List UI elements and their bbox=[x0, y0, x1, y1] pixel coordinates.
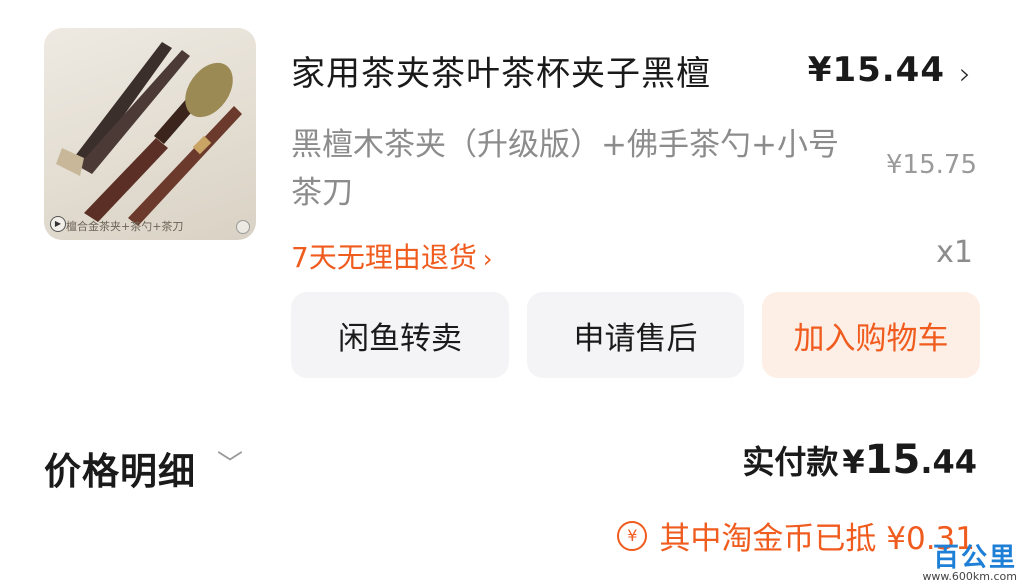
product-price: ¥15.44 bbox=[807, 50, 945, 90]
actual-payment: 实付款 ¥ 15 .44 bbox=[742, 437, 977, 483]
aftersale-button[interactable]: 申请售后 bbox=[527, 292, 744, 378]
product-title[interactable]: 家用茶夹茶叶茶杯夹子黑檀 bbox=[291, 46, 711, 95]
chevron-right-icon[interactable]: › bbox=[959, 57, 971, 92]
return-policy-label: 7天无理由退货 bbox=[291, 241, 477, 274]
product-variant: 黑檀木茶夹（升级版）+佛手茶勺+小号茶刀 bbox=[291, 127, 839, 211]
actual-pay-currency: ¥ bbox=[842, 443, 865, 481]
actual-pay-decimal: .44 bbox=[920, 443, 977, 481]
return-policy-link[interactable]: 7天无理由退货 › bbox=[291, 236, 492, 276]
add-to-cart-button[interactable]: 加入购物车 bbox=[762, 292, 980, 378]
yen-coin-icon: ¥ bbox=[617, 520, 648, 551]
watermark-brand: 百公里 bbox=[932, 543, 1017, 573]
chevron-right-small-icon: › bbox=[482, 245, 493, 273]
watermark: 百公里 www.600km.com bbox=[922, 537, 1017, 583]
quantity: x1 bbox=[936, 235, 973, 270]
tea-tools-image bbox=[56, 42, 242, 226]
price-detail-toggle[interactable]: 价格明细 bbox=[44, 441, 196, 495]
watermark-url: www.600km.com bbox=[922, 570, 1017, 583]
product-thumbnail[interactable]: ▶ 檀合金茶夹+茶勺+茶刀 bbox=[44, 28, 256, 240]
actual-pay-label: 实付款 bbox=[742, 443, 839, 481]
resell-button[interactable]: 闲鱼转卖 bbox=[291, 292, 509, 378]
play-icon[interactable]: ▶ bbox=[50, 216, 66, 232]
chevron-down-icon[interactable]: ﹀ bbox=[217, 444, 243, 481]
coin-deduction: ¥ 其中淘金币已抵 ¥0.31 bbox=[617, 513, 975, 558]
original-price: ¥15.75 bbox=[886, 150, 977, 180]
image-caption: 檀合金茶夹+茶勺+茶刀 bbox=[66, 220, 184, 233]
actual-pay-integer: 15 bbox=[864, 437, 921, 483]
zoom-icon[interactable] bbox=[236, 220, 250, 234]
